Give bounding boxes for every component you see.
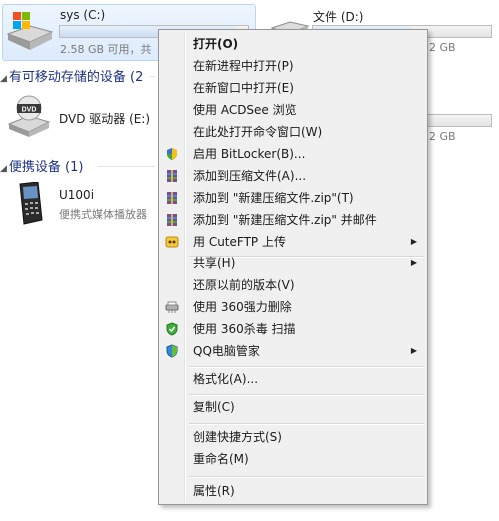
group-removable-divider xyxy=(150,76,155,77)
drive-d-name: 文件 (D:) xyxy=(313,10,364,24)
menu-item-restore-prev-label: 还原以前的版本(V) xyxy=(193,278,295,292)
collapse-triangle-icon: ◢ xyxy=(0,164,7,174)
device-u100i-type: 便携式媒体播放器 xyxy=(59,208,147,221)
drive-extra-space: 2 GB xyxy=(429,130,456,143)
device-u100i[interactable]: U100i 便携式媒体播放器 xyxy=(0,180,160,230)
menu-item-add-archive[interactable]: 添加到压缩文件(A)... xyxy=(161,165,425,187)
group-portable-divider xyxy=(98,166,155,167)
hard-drive-windows-icon xyxy=(6,12,54,50)
menu-item-360-scan[interactable]: 使用 360杀毒 扫描 xyxy=(161,318,425,340)
menu-item-360-scan-label: 使用 360杀毒 扫描 xyxy=(193,322,296,336)
group-portable-title: 便携设备 (1) xyxy=(8,160,84,175)
shredder-icon xyxy=(165,301,179,313)
menu-item-qq-manager[interactable]: QQ电脑管家 ▶ xyxy=(161,340,425,362)
menu-item-open-label: 打开(O) xyxy=(193,37,239,51)
menu-item-cmd-here[interactable]: 在此处打开命令窗口(W) xyxy=(161,121,425,143)
mobile-phone-icon xyxy=(19,182,43,225)
winrar-archive-icon xyxy=(167,192,177,204)
menu-item-open-new-process-label: 在新进程中打开(P) xyxy=(193,59,294,73)
device-u100i-name: U100i xyxy=(59,188,95,202)
winrar-archive-icon xyxy=(167,170,177,182)
menu-item-properties-label: 属性(R) xyxy=(193,484,235,498)
group-removable-header[interactable]: ◢ 有可移动存储的设备 (2 xyxy=(0,66,143,85)
menu-item-add-zip-mail[interactable]: 添加到 "新建压缩文件.zip" 并邮件 xyxy=(161,209,425,231)
drive-c-name: sys (C:) xyxy=(60,8,106,22)
menu-item-cuteftp[interactable]: 用 CuteFTP 上传 ▶ xyxy=(161,231,425,253)
menu-item-open[interactable]: 打开(O) xyxy=(161,33,425,55)
menu-item-acdsee-label: 使用 ACDSee 浏览 xyxy=(193,103,297,117)
menu-item-bitlocker-label: 启用 BitLocker(B)... xyxy=(193,147,306,161)
drive-c-space: 2.58 GB 可用，共 xyxy=(60,43,152,56)
menu-item-format[interactable]: 格式化(A)... xyxy=(161,368,425,390)
menu-item-create-shortcut[interactable]: 创建快捷方式(S) xyxy=(161,426,425,448)
dvd-drive-icon: DVD xyxy=(7,95,51,137)
menu-item-create-shortcut-label: 创建快捷方式(S) xyxy=(193,430,282,444)
svg-text:DVD: DVD xyxy=(22,107,37,114)
menu-item-open-new-process[interactable]: 在新进程中打开(P) xyxy=(161,55,425,77)
menu-item-open-new-window[interactable]: 在新窗口中打开(E) xyxy=(161,77,425,99)
menu-item-add-zip-label: 添加到 "新建压缩文件.zip"(T) xyxy=(193,191,354,205)
winrar-archive-icon xyxy=(167,214,177,226)
menu-item-rename[interactable]: 重命名(M) xyxy=(161,448,425,470)
menu-item-add-zip-mail-label: 添加到 "新建压缩文件.zip" 并邮件 xyxy=(193,213,377,227)
menu-item-qq-manager-label: QQ电脑管家 xyxy=(193,344,260,358)
cuteftp-icon xyxy=(165,236,179,248)
menu-item-format-label: 格式化(A)... xyxy=(193,372,259,386)
antivirus-shield-icon xyxy=(166,322,178,336)
shield-icon xyxy=(167,148,177,160)
drive-d-space: 2 GB xyxy=(429,41,456,54)
context-menu: 打开(O) 在新进程中打开(P) 在新窗口中打开(E) 使用 ACDSee 浏览… xyxy=(158,29,428,505)
menu-item-bitlocker[interactable]: 启用 BitLocker(B)... xyxy=(161,143,425,165)
menu-item-restore-prev[interactable]: 还原以前的版本(V) xyxy=(161,274,425,296)
menu-item-open-new-window-label: 在新窗口中打开(E) xyxy=(193,81,294,95)
submenu-arrow-icon: ▶ xyxy=(410,258,417,267)
menu-separator xyxy=(189,476,424,478)
menu-separator xyxy=(189,423,424,425)
menu-item-360-delete-label: 使用 360强力删除 xyxy=(193,300,292,314)
menu-item-acdsee[interactable]: 使用 ACDSee 浏览 xyxy=(161,99,425,121)
submenu-arrow-icon: ▶ xyxy=(410,237,417,246)
menu-item-rename-label: 重命名(M) xyxy=(193,452,249,466)
menu-item-cmd-here-label: 在此处打开命令窗口(W) xyxy=(193,125,323,139)
menu-item-cuteftp-label: 用 CuteFTP 上传 xyxy=(193,235,286,249)
menu-item-360-delete[interactable]: 使用 360强力删除 xyxy=(161,296,425,318)
menu-item-add-zip[interactable]: 添加到 "新建压缩文件.zip"(T) xyxy=(161,187,425,209)
menu-item-share[interactable]: 共享(H) ▶ xyxy=(161,252,425,274)
group-removable-title: 有可移动存储的设备 (2 xyxy=(8,70,144,85)
menu-item-copy-label: 复制(C) xyxy=(193,400,235,414)
menu-item-properties[interactable]: 属性(R) xyxy=(161,480,425,502)
menu-item-add-archive-label: 添加到压缩文件(A)... xyxy=(193,169,307,183)
qq-manager-shield-icon xyxy=(166,344,178,358)
menu-item-share-label: 共享(H) xyxy=(193,256,236,270)
submenu-arrow-icon: ▶ xyxy=(410,346,417,355)
group-portable-header[interactable]: ◢ 便携设备 (1) xyxy=(0,156,83,175)
menu-item-copy[interactable]: 复制(C) xyxy=(161,396,425,418)
collapse-triangle-icon: ◢ xyxy=(0,74,7,84)
drive-dvd-name: DVD 驱动器 (E:) xyxy=(59,112,151,126)
drive-dvd[interactable]: DVD DVD 驱动器 (E:) xyxy=(0,92,160,144)
